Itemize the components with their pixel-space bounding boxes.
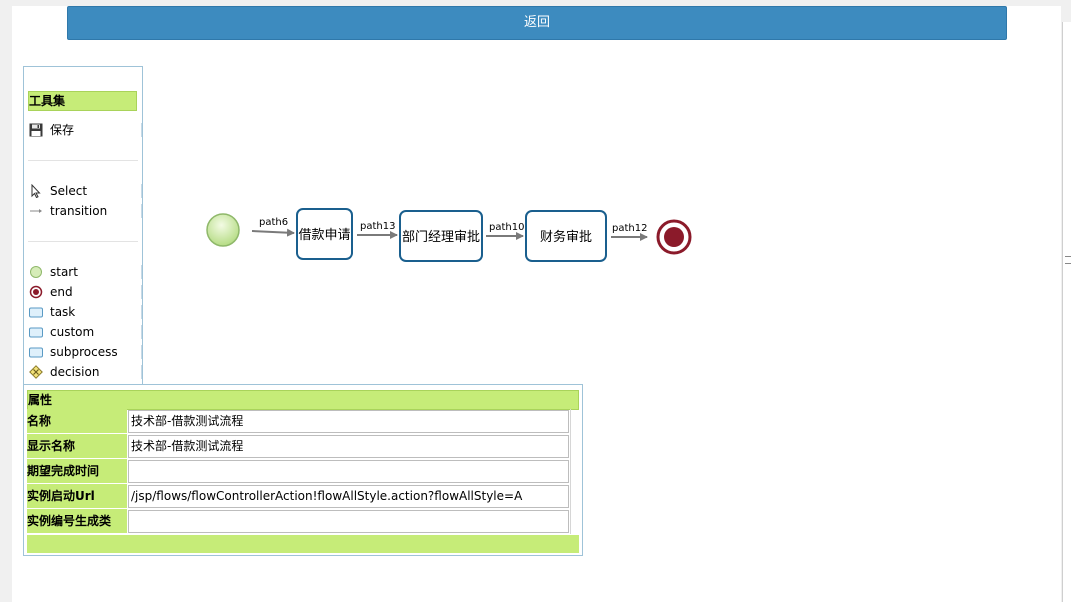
toolbox-subprocess-label: subprocess xyxy=(50,345,118,359)
toolbox-subprocess[interactable]: subprocess xyxy=(28,343,142,361)
property-row: 期望完成时间 xyxy=(27,459,579,484)
property-row: 显示名称 技术部-借款测试流程 xyxy=(27,434,579,459)
transition-label-path6: path6 xyxy=(259,217,288,228)
property-input-expect-time[interactable] xyxy=(128,460,569,483)
property-label-expect-time: 期望完成时间 xyxy=(27,459,127,484)
toolbox-end[interactable]: end xyxy=(28,283,142,301)
toolbox-decision[interactable]: decision xyxy=(28,363,142,381)
toolbox-select-label: Select xyxy=(50,184,88,198)
property-input-instance-no-class[interactable] xyxy=(128,510,569,533)
toolbox-start-label: start xyxy=(50,265,78,279)
pointer-icon xyxy=(31,184,41,198)
custom-rect-icon xyxy=(29,327,43,338)
transition-path6[interactable]: path6 xyxy=(251,217,295,237)
toolbox-transition[interactable]: transition xyxy=(28,202,142,220)
property-label-name: 名称 xyxy=(27,409,127,434)
toolbox-custom[interactable]: custom xyxy=(28,323,142,341)
transition-label-path10: path10 xyxy=(489,222,524,233)
property-input-display-name[interactable]: 技术部-借款测试流程 xyxy=(128,435,569,458)
transition-label-path13: path13 xyxy=(360,221,395,232)
toolbox-select[interactable]: Select xyxy=(28,182,142,200)
start-node[interactable] xyxy=(206,213,240,247)
property-row: 实例编号生成类 xyxy=(27,509,579,534)
task-label-loan-apply: 借款申请 xyxy=(298,228,350,243)
task-node-loan-apply[interactable]: 借款申请 xyxy=(296,208,353,260)
property-label-instance-no-class: 实例编号生成类 xyxy=(27,509,127,534)
property-input-instance-url[interactable]: /jsp/flows/flowControllerAction!flowAllS… xyxy=(128,485,569,508)
toolbox-task-label: task xyxy=(50,305,76,319)
toolbox-save-label: 保存 xyxy=(50,123,75,137)
end-node[interactable] xyxy=(656,219,692,255)
toolbox-save[interactable]: 保存 xyxy=(28,121,142,139)
transition-label-path12: path12 xyxy=(612,223,647,234)
properties-footer xyxy=(27,535,579,553)
transition-path10[interactable]: path10 xyxy=(486,222,524,240)
toolbox-title: 工具集 xyxy=(28,91,137,111)
save-icon xyxy=(29,123,43,137)
toolbox-divider xyxy=(28,241,138,242)
property-row: 名称 技术部-借款测试流程 xyxy=(27,409,579,434)
transition-path13[interactable]: path13 xyxy=(357,221,398,239)
start-circle-icon xyxy=(30,266,42,278)
task-rect-icon xyxy=(29,307,43,318)
transition-path12[interactable]: path12 xyxy=(611,223,648,241)
property-row: 实例启动Url /jsp/flows/flowControllerAction!… xyxy=(27,484,579,509)
toolbox-transition-label: transition xyxy=(50,204,108,218)
task-node-finance[interactable]: 财务审批 xyxy=(525,210,607,262)
arrow-right-icon xyxy=(30,209,42,213)
task-label-finance: 财务审批 xyxy=(540,229,592,245)
property-label-display-name: 显示名称 xyxy=(27,434,127,459)
property-label-instance-url: 实例启动Url xyxy=(27,484,127,509)
task-label-dept-manager: 部门经理审批 xyxy=(402,230,480,245)
toolbox-custom-label: custom xyxy=(50,325,95,339)
property-cell-edge xyxy=(570,484,579,509)
toolbox-decision-label: decision xyxy=(50,365,100,379)
decision-diamond-icon xyxy=(29,365,43,379)
property-input-name[interactable]: 技术部-借款测试流程 xyxy=(128,410,569,433)
property-cell-edge xyxy=(570,509,579,534)
properties-title: 属性 xyxy=(27,390,579,410)
toolbox-end-label: end xyxy=(50,285,73,299)
property-cell-edge xyxy=(570,409,579,434)
end-circle-icon xyxy=(29,285,43,299)
toolbox-divider xyxy=(28,160,138,161)
task-node-dept-manager[interactable]: 部门经理审批 xyxy=(399,210,483,262)
subprocess-rect-icon xyxy=(29,347,43,358)
properties-panel: 属性 名称 技术部-借款测试流程 显示名称 技术部-借款测试流程 期望完成时间 … xyxy=(23,384,583,556)
toolbox-panel: 工具集 保存 Select transition start end task … xyxy=(23,66,143,396)
property-cell-edge xyxy=(570,459,579,484)
property-cell-edge xyxy=(570,434,579,459)
toolbox-start[interactable]: start xyxy=(28,263,142,281)
toolbox-task[interactable]: task xyxy=(28,303,142,321)
